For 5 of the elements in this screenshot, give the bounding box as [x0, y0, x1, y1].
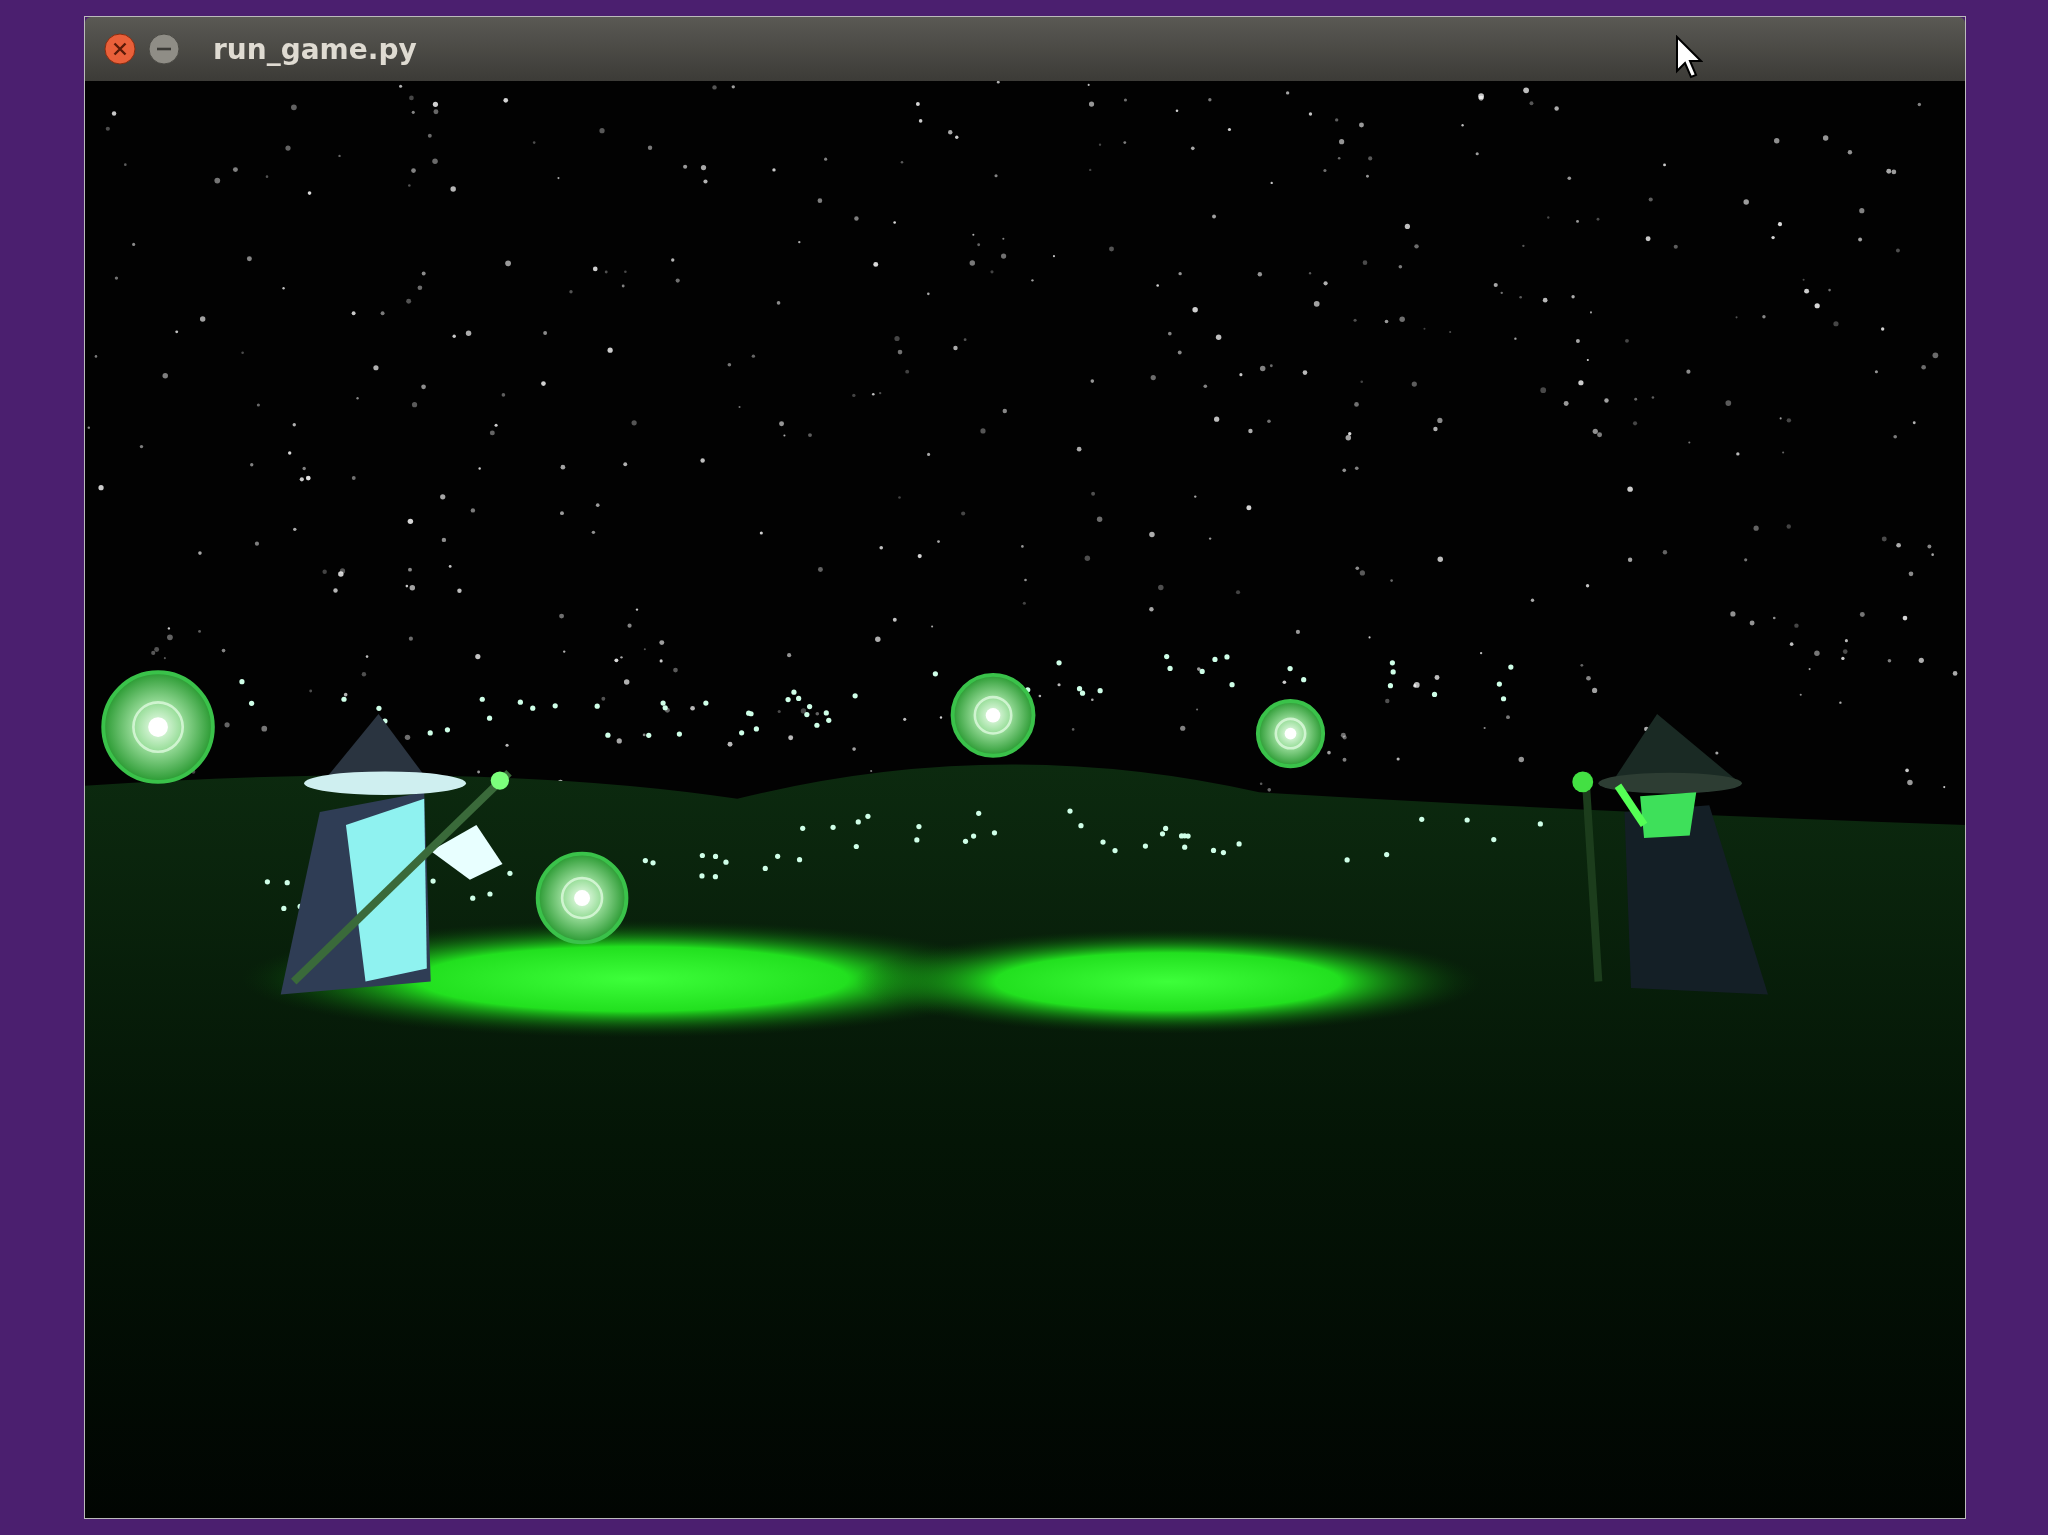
minimize-button[interactable]	[147, 32, 181, 66]
window-title: run_game.py	[213, 32, 417, 66]
close-button[interactable]	[103, 32, 137, 66]
glowing-orb	[1255, 699, 1326, 769]
mouse-pointer-icon	[1675, 35, 1703, 79]
